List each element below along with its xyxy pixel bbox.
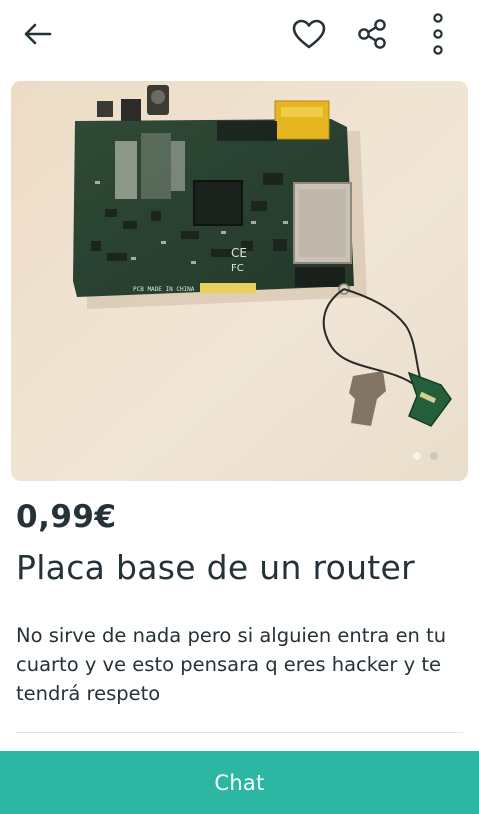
chat-button-label: Chat bbox=[214, 770, 265, 795]
svg-text:CE: CE bbox=[231, 246, 247, 260]
pagination-dot[interactable] bbox=[430, 452, 438, 460]
pagination-dot-active[interactable] bbox=[413, 452, 421, 460]
chat-button[interactable]: Chat bbox=[0, 751, 479, 814]
share-icon bbox=[358, 19, 386, 49]
circuit-board-image: PCB MADE IN CHINA CE FC bbox=[11, 81, 468, 481]
divider bbox=[16, 732, 463, 733]
more-options-button[interactable] bbox=[420, 10, 456, 58]
favorite-button[interactable] bbox=[286, 12, 332, 56]
product-title: Placa base de un router bbox=[16, 548, 416, 587]
product-description: No sirve de nada pero si alguien entra e… bbox=[16, 624, 447, 705]
heart-outline-icon bbox=[292, 19, 326, 49]
item-detail-screen: PCB MADE IN CHINA CE FC 0,99€ Placa base… bbox=[0, 0, 479, 814]
share-button[interactable] bbox=[349, 12, 395, 56]
product-price: 0,99€ bbox=[16, 499, 117, 535]
svg-text:PCB MADE IN CHINA: PCB MADE IN CHINA bbox=[133, 286, 195, 293]
arrow-left-icon bbox=[24, 23, 52, 45]
back-button[interactable] bbox=[14, 14, 60, 54]
photo-pagination bbox=[413, 452, 438, 460]
more-vertical-icon bbox=[433, 13, 443, 55]
product-photo[interactable]: PCB MADE IN CHINA CE FC bbox=[11, 81, 468, 481]
top-bar bbox=[0, 0, 479, 70]
svg-text:FC: FC bbox=[231, 263, 244, 274]
